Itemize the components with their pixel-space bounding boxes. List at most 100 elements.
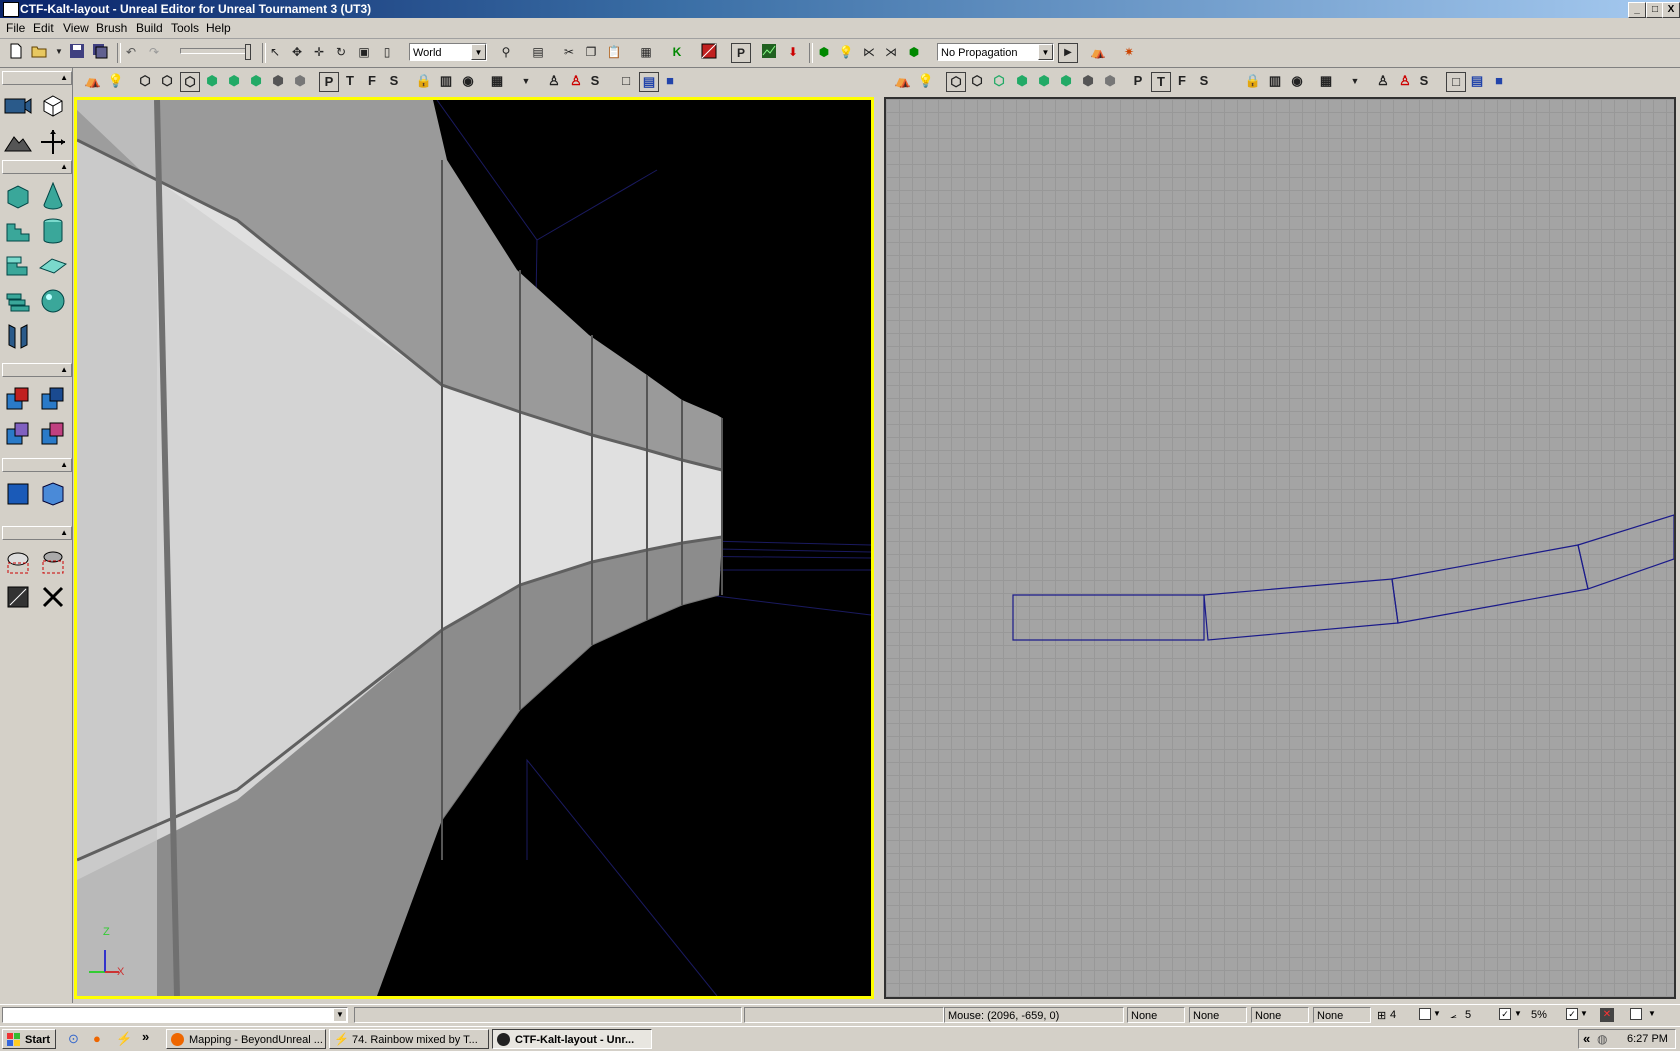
show-selected-icon[interactable] [2, 546, 34, 578]
scale-snap-checkbox[interactable]: ✓ [1566, 1008, 1578, 1020]
add-volume-icon[interactable] [2, 478, 34, 510]
hide-selected-icon[interactable] [37, 546, 69, 578]
save-all-icon[interactable] [91, 43, 109, 61]
texture-density-icon[interactable]: ⬢ [269, 72, 287, 90]
realtime-icon[interactable]: 💡 [917, 72, 935, 90]
top-view-button[interactable]: T [341, 72, 359, 90]
paste-icon[interactable]: 📋 [605, 43, 623, 61]
wireframe-view-icon[interactable]: ⬡ [946, 72, 966, 92]
zoom-slider[interactable] [180, 48, 250, 54]
chevron-down-icon[interactable]: ▼ [1514, 1009, 1522, 1018]
autosave-checkbox[interactable] [1630, 1008, 1642, 1020]
content-browser-icon[interactable] [760, 43, 778, 61]
propagation-select[interactable]: No Propagation ▼ [937, 43, 1054, 61]
autosave-disabled-icon[interactable]: ✕ [1600, 1008, 1614, 1022]
grid-icon[interactable]: ▦ [637, 43, 655, 61]
build-all-icon[interactable]: ⬢ [905, 43, 923, 61]
rotation-snap-checkbox[interactable]: ✓ [1499, 1008, 1511, 1020]
chevron-down-icon[interactable]: ▼ [1580, 1009, 1588, 1018]
save-icon[interactable] [68, 43, 86, 61]
play-icon[interactable]: ▶ [1058, 43, 1078, 63]
viewport-options-icon[interactable]: ⛺ [894, 72, 912, 90]
menu-help[interactable]: Help [206, 21, 231, 35]
chevron-down-icon[interactable]: ▼ [334, 1009, 346, 1021]
firefox-icon[interactable]: ● [93, 1031, 101, 1046]
shader-complexity-icon[interactable]: ⬢ [291, 72, 309, 90]
toolbox-group-header[interactable]: ▲ [2, 363, 72, 377]
title-bar[interactable]: CTF-Kalt-layout - Unreal Editor for Unre… [0, 0, 1680, 18]
realtime-icon[interactable]: 💡 [107, 72, 125, 90]
brush-wireframe-icon[interactable]: ⬡ [968, 72, 986, 90]
actor-red-icon[interactable]: ♙ [567, 72, 585, 90]
snap-icon[interactable]: S [586, 72, 604, 90]
menu-brush[interactable]: Brush [96, 21, 127, 35]
chevron-down-icon[interactable]: ▼ [1038, 44, 1053, 60]
wireframe-view-icon[interactable]: ⬡ [136, 72, 154, 90]
open-icon[interactable] [31, 43, 49, 61]
collapse-icon[interactable]: ▲ [60, 72, 68, 83]
rotation-snap-value[interactable]: 5 [1465, 1009, 1471, 1021]
csg-intersect-icon[interactable] [2, 418, 34, 450]
undo-icon[interactable]: ↶ [122, 43, 140, 61]
collapse-icon[interactable]: ▲ [60, 364, 68, 375]
game-view-icon[interactable]: ▥ [1266, 72, 1284, 90]
game-view-icon[interactable]: ▥ [437, 72, 455, 90]
front-view-button[interactable]: F [363, 72, 381, 90]
paths-icon[interactable]: 💡 [837, 43, 855, 61]
toolbox-group-header[interactable]: ▲ [2, 526, 72, 540]
geometry-mode-icon[interactable] [37, 90, 69, 122]
actor-icon[interactable]: ♙ [545, 72, 563, 90]
lighting-only-icon[interactable]: ⬢ [225, 72, 243, 90]
csg-deintersect-icon[interactable] [37, 418, 69, 450]
spiral-stairs-brush-icon[interactable] [2, 285, 34, 317]
transform-widget-icon[interactable] [37, 126, 69, 158]
copy-icon[interactable]: ❐ [582, 43, 600, 61]
new-icon[interactable] [7, 43, 25, 61]
volumetric-brush-icon[interactable] [2, 320, 34, 352]
cover-icon[interactable]: ⋉ [860, 43, 878, 61]
kismet-icon[interactable]: K [668, 43, 686, 61]
camera-mode-icon[interactable] [2, 90, 34, 122]
p-icon[interactable]: P [731, 43, 751, 63]
toolbox-group-header[interactable]: ▲ [2, 71, 72, 85]
grid-snap-checkbox[interactable] [1419, 1008, 1431, 1020]
redo-icon[interactable]: ↷ [145, 43, 163, 61]
show-flags-icon[interactable]: ▦ [488, 72, 506, 90]
view-icon[interactable]: ▤ [529, 43, 547, 61]
play-in-editor-icon[interactable]: ⛺ [1089, 43, 1107, 61]
menu-edit[interactable]: Edit [33, 21, 54, 35]
menu-view[interactable]: View [63, 21, 89, 35]
start-button[interactable]: Start [2, 1029, 56, 1049]
chevron-down-icon[interactable]: ▼ [1648, 1009, 1656, 1018]
show-flags-icon[interactable]: ▦ [1317, 72, 1335, 90]
csg-subtract-icon[interactable] [37, 383, 69, 415]
toolbox-group-header[interactable]: ▲ [2, 458, 72, 472]
brush-wireframe-icon[interactable]: ⬡ [158, 72, 176, 90]
cook-icon[interactable]: ✷ [1120, 43, 1138, 61]
lit-view-icon[interactable]: ⬢ [1013, 72, 1031, 90]
eye-icon[interactable]: ◉ [1288, 72, 1306, 90]
collapse-icon[interactable]: ▲ [60, 459, 68, 470]
menu-file[interactable]: File [6, 21, 25, 35]
lock-icon[interactable]: 🔒 [1244, 72, 1262, 90]
scale-snap-value[interactable]: 5% [1531, 1009, 1547, 1021]
nonuniform-scale-icon[interactable]: ▯ [378, 43, 396, 61]
terrain-mode-icon[interactable] [2, 126, 34, 158]
quicklaunch-overflow[interactable]: » [142, 1029, 149, 1044]
close-button[interactable]: X [1662, 2, 1680, 18]
side-view-button[interactable]: S [1195, 72, 1213, 90]
split-viewport-icon[interactable]: ▤ [639, 72, 659, 92]
eye-icon[interactable]: ◉ [459, 72, 477, 90]
perspective-viewport[interactable]: Z X [74, 97, 874, 999]
toolbox-group-header[interactable]: ▲ [2, 160, 72, 174]
chevron-down-icon[interactable]: ▼ [1346, 72, 1364, 90]
cube-brush-icon[interactable] [2, 180, 34, 212]
command-input[interactable]: ▼ [2, 1007, 348, 1023]
minimize-button[interactable]: _ [1628, 2, 1646, 18]
find-icon[interactable]: ⚲ [497, 43, 515, 61]
sphere-brush-icon[interactable] [37, 285, 69, 317]
snap-icon[interactable]: S [1415, 72, 1433, 90]
viewport-options-icon[interactable]: ⛺ [84, 72, 102, 90]
light-complexity-icon[interactable]: ⬢ [1057, 72, 1075, 90]
lighting-icon[interactable]: ⬢ [815, 43, 833, 61]
